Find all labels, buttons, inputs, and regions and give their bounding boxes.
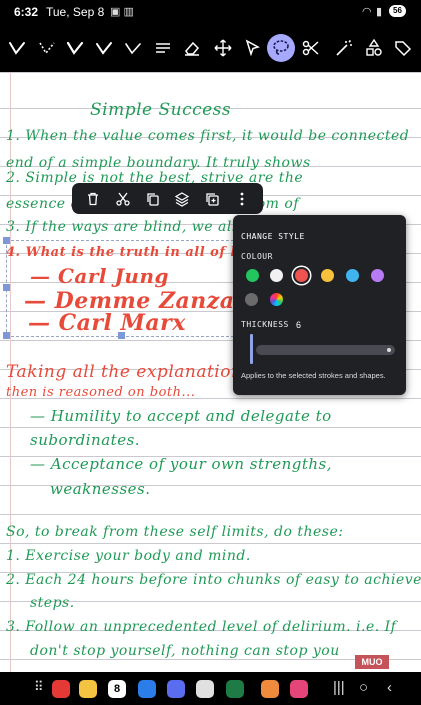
colour-label: COLOUR (241, 252, 273, 261)
camera-icon[interactable] (196, 680, 214, 698)
pen-4-icon[interactable] (90, 34, 118, 62)
selection-context-menu (72, 183, 263, 214)
layers-icon[interactable] (172, 189, 192, 209)
drawing-toolbar (0, 24, 421, 72)
home-icon[interactable]: ○ (359, 679, 368, 696)
colour-swatch[interactable] (320, 268, 334, 282)
thickness-label: THICKNESS (241, 320, 289, 329)
change-style-panel: CHANGE STYLE COLOUR THICKNESS (233, 215, 406, 395)
lasso-icon[interactable] (267, 34, 295, 62)
colour-swatch[interactable] (345, 268, 359, 282)
panel-title: CHANGE STYLE (241, 232, 305, 241)
thickness-slider-thumb[interactable] (250, 334, 253, 364)
colour-swatch[interactable] (245, 268, 259, 282)
pen-1-icon[interactable] (3, 34, 31, 62)
messages-icon[interactable] (138, 680, 156, 698)
page-top-line (0, 72, 421, 73)
note-line: — Acceptance of your own strengths, (30, 455, 333, 473)
duplicate-icon[interactable] (202, 189, 222, 209)
note-line: 1. Exercise your body and mind. (6, 548, 251, 564)
cut-icon[interactable] (113, 189, 133, 209)
browser-icon[interactable] (167, 680, 185, 698)
note-line: subordinates. (30, 431, 141, 449)
note-line: 3. Follow an unprecedented level of deli… (6, 619, 397, 635)
calendar-icon[interactable]: 8 (108, 680, 126, 698)
note-line: end of a simple boundary. It truly shows (6, 155, 311, 171)
colour-swatch[interactable] (269, 268, 283, 282)
recents-icon[interactable]: ||| (333, 679, 345, 696)
excel-icon[interactable] (226, 680, 244, 698)
note-line: don't stop yourself, nothing can stop yo… (30, 643, 340, 659)
select-icon[interactable] (239, 34, 267, 62)
gallery-icon[interactable] (290, 680, 308, 698)
lasso-selection-box[interactable] (6, 240, 234, 337)
copy-icon[interactable] (143, 189, 163, 209)
status-bar: 6:32 Tue, Sep 8 ▣ ▥ ◠ ▮ 56 (0, 0, 421, 24)
note-line: 1. When the value comes first, it would … (6, 128, 410, 144)
selection-handle[interactable] (3, 237, 10, 244)
flower-icon[interactable] (261, 680, 279, 698)
note-line: — Humility to accept and delegate to (30, 407, 332, 425)
colour-swatch[interactable] (294, 268, 308, 282)
wifi-icon: ◠ (362, 6, 372, 18)
more-icon[interactable] (232, 189, 252, 209)
shapes-icon[interactable] (360, 34, 388, 62)
slider-end-dot (387, 348, 391, 352)
eraser-icon[interactable] (178, 34, 206, 62)
note-line: steps. (30, 595, 75, 611)
panel-hint: Applies to the selected strokes and shap… (241, 371, 386, 380)
selection-handle[interactable] (3, 332, 10, 339)
note-line: So, to break from these self limits, do … (6, 524, 344, 540)
signal-icon: ▮ (376, 6, 383, 18)
red-body-line: then is reasoned on both... (6, 385, 196, 400)
pen-2-icon[interactable] (33, 34, 61, 62)
thickness-slider-track[interactable] (256, 345, 395, 355)
delete-icon[interactable] (83, 189, 103, 209)
pen-3-icon[interactable] (61, 34, 89, 62)
files-icon[interactable] (79, 680, 97, 698)
note-line: 3. If the ways are blind, we all are (6, 219, 267, 235)
status-time: 6:32 (14, 5, 39, 19)
selection-handle[interactable] (3, 284, 10, 291)
colour-swatch[interactable] (269, 292, 283, 306)
colour-swatch[interactable] (244, 292, 258, 306)
flipboard-icon[interactable] (52, 680, 70, 698)
colour-swatch[interactable] (370, 268, 384, 282)
move-icon[interactable] (209, 34, 237, 62)
status-date: Tue, Sep 8 (46, 5, 105, 19)
app-drawer-icon[interactable]: ⠿ (34, 679, 44, 695)
pen-5-icon[interactable] (119, 34, 147, 62)
note-title: Simple Success (90, 100, 232, 120)
note-line: 2. Each 24 hours before into chunks of e… (6, 572, 421, 588)
back-icon[interactable]: ‹ (387, 679, 392, 696)
line-tool-icon[interactable] (149, 34, 177, 62)
magic-wand-icon[interactable] (330, 34, 358, 62)
note-line: weaknesses. (50, 480, 151, 498)
battery-icon: 56 (389, 5, 406, 17)
notification-icon: ▣ ▥ (110, 6, 134, 18)
selection-handle[interactable] (118, 332, 125, 339)
scissors-icon[interactable] (297, 34, 325, 62)
muo-watermark: MUO (355, 655, 389, 669)
thickness-value: 6 (296, 320, 302, 330)
tag-icon[interactable] (389, 34, 417, 62)
